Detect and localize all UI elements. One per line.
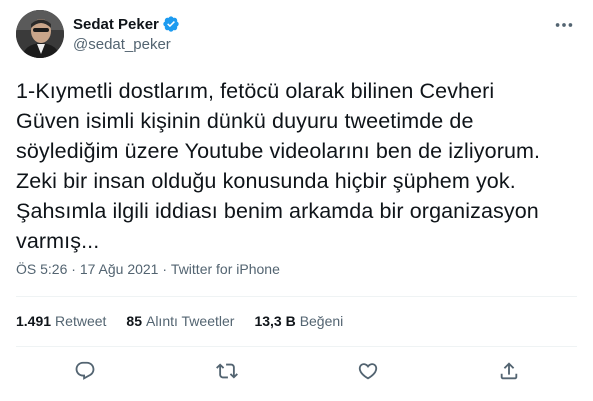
tweet-time[interactable]: ÖS 5:26: [16, 261, 67, 277]
retweet-count[interactable]: 1.491 Retweet: [16, 313, 106, 329]
like-icon[interactable]: [357, 360, 379, 382]
tweet-stats: 1.491 Retweet 85 Alıntı Tweetler 13,3 B Beğ…: [16, 313, 363, 329]
like-count-label: Beğeni: [299, 313, 344, 329]
tweet-actions: [16, 358, 577, 388]
meta-separator: ·: [67, 261, 80, 277]
tweet-date[interactable]: 17 Ağu 2021: [80, 261, 159, 277]
reply-icon[interactable]: [74, 360, 96, 382]
tweet-header: Sedat Peker @sedat_peker: [16, 10, 577, 60]
retweet-count-value: 1.491: [16, 313, 52, 329]
meta-separator: ·: [158, 261, 171, 277]
tweet-source[interactable]: Twitter for iPhone: [171, 261, 280, 277]
retweet-count-label: Retweet: [55, 313, 107, 329]
tweet-meta: ÖS 5:26 · 17 Ağu 2021 · Twitter for iPho…: [16, 261, 280, 277]
author-info: Sedat Peker @sedat_peker: [73, 14, 180, 53]
divider: [16, 296, 577, 297]
like-count[interactable]: 13,3 B Beğeni: [254, 313, 343, 329]
quote-count[interactable]: 85 Alıntı Tweetler: [126, 313, 234, 329]
tweet-card: Sedat Peker @sedat_peker 1-Kıymetli dost…: [0, 0, 593, 401]
quote-count-label: Alıntı Tweetler: [145, 313, 235, 329]
like-count-value: 13,3 B: [254, 313, 296, 329]
avatar[interactable]: [16, 10, 64, 58]
verified-badge-icon: [162, 15, 180, 33]
retweet-icon[interactable]: [216, 360, 238, 382]
more-options-icon[interactable]: [553, 14, 575, 36]
quote-count-value: 85: [126, 313, 142, 329]
handle[interactable]: @sedat_peker: [73, 36, 180, 53]
divider: [16, 346, 577, 347]
tweet-text: 1-Kıymetli dostlarım, fetöcü olarak bili…: [16, 79, 541, 253]
share-icon[interactable]: [498, 360, 520, 382]
display-name[interactable]: Sedat Peker: [73, 16, 159, 33]
